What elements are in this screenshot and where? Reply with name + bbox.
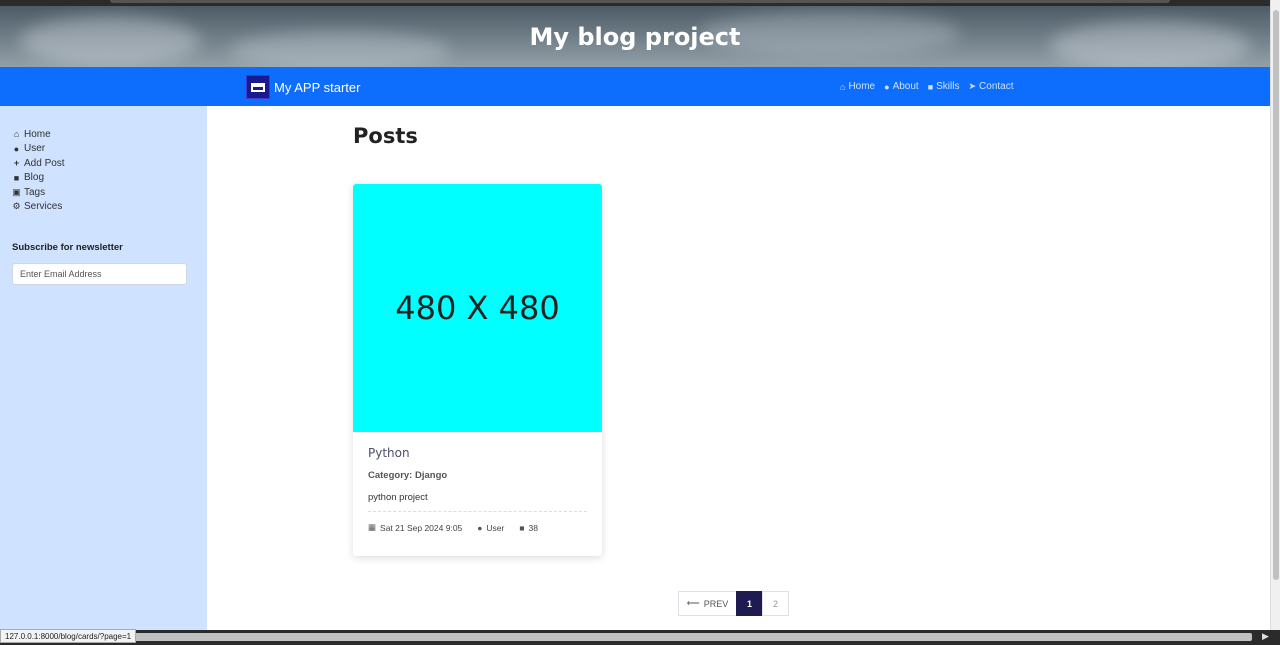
sidebar-item-label: Blog <box>24 172 45 184</box>
cogs-icon: ⚙ <box>12 201 21 212</box>
top-navbar: My APP starter ⌂ Home ● About ■ Skills ➤… <box>0 67 1270 106</box>
book-icon: ■ <box>13 172 20 183</box>
book-icon: ■ <box>927 81 934 92</box>
post-category: Category: Django <box>368 470 448 481</box>
sidebar-item-tags[interactable]: ▣ Tags <box>12 185 65 200</box>
post-card-body: Python Category: Django python project ▦… <box>368 446 588 533</box>
brand-name: My APP starter <box>274 79 361 95</box>
post-date: Sat 21 Sep 2024 9:05 <box>380 522 463 533</box>
status-bar-url: 127.0.0.1:8000/blog/cards/?page=1 <box>0 629 137 643</box>
nav-link-label: About <box>892 81 919 92</box>
nav-link-contact[interactable]: ➤ Contact <box>968 81 1013 92</box>
pagination-prev-label: PREV <box>703 598 729 609</box>
user-icon: ● <box>13 143 20 154</box>
nav-link-label: Contact <box>979 81 1014 92</box>
home-icon: ⌂ <box>13 129 20 140</box>
newsletter-title: Subscribe for newsletter <box>12 242 123 253</box>
sidebar-item-label: User <box>24 143 46 155</box>
calendar-icon: ▦ <box>368 522 377 532</box>
post-card[interactable]: 480 X 480 Python Category: Django python… <box>353 184 602 556</box>
nav-link-label: Home <box>848 81 876 92</box>
nav-link-about[interactable]: ● About <box>884 81 919 92</box>
sidebar-item-user[interactable]: ● User <box>12 142 65 157</box>
send-icon: ➤ <box>968 81 977 91</box>
sidebar-item-home[interactable]: ⌂ Home <box>12 127 65 142</box>
sidebar-item-label: Tags <box>24 186 46 198</box>
vertical-scrollbar-thumb[interactable] <box>1273 10 1279 580</box>
nav-link-label: Skills <box>936 81 960 92</box>
scroll-right-icon[interactable]: ▶ <box>1262 631 1269 642</box>
brand-link[interactable]: My APP starter <box>246 75 360 99</box>
user-icon: ● <box>884 81 890 92</box>
brand-logo-icon <box>246 75 270 99</box>
pagination: ⟵ PREV 1 2 <box>678 591 789 616</box>
newsletter-email-input[interactable] <box>12 263 187 285</box>
post-description: python project <box>368 492 428 503</box>
sidebar-item-blog[interactable]: ■ Blog <box>12 171 65 186</box>
sidebar-item-services[interactable]: ⚙ Services <box>12 200 65 215</box>
sidebar-menu: ⌂ Home ● User + Add Post ■ Blog ▣ Tags ⚙… <box>12 127 65 215</box>
sidebar-item-label: Add Post <box>24 157 65 169</box>
sidebar-item-label: Services <box>24 201 63 213</box>
sidebar-item-add-post[interactable]: + Add Post <box>12 156 65 171</box>
hero-title: My blog project <box>529 22 741 51</box>
post-card-image[interactable]: 480 X 480 <box>353 184 602 432</box>
horizontal-scrollbar-thumb[interactable] <box>128 633 1252 641</box>
pagination-page-1[interactable]: 1 <box>736 591 763 616</box>
post-author: User <box>486 522 505 533</box>
post-title[interactable]: Python <box>368 446 588 460</box>
user-icon: ● <box>477 522 483 533</box>
horizontal-scrollbar[interactable]: ▶ <box>0 630 1280 645</box>
arrow-left-icon: ⟵ <box>686 598 700 608</box>
home-icon: ⌂ <box>840 81 846 92</box>
post-meta: ▦ Sat 21 Sep 2024 9:05 ● User ■ 38 <box>368 522 588 533</box>
nav-link-home[interactable]: ⌂ Home <box>840 81 875 92</box>
pagination-page-2[interactable]: 2 <box>762 591 789 616</box>
post-comments-count: 38 <box>528 522 538 533</box>
hero-banner: My blog project <box>0 6 1270 67</box>
sidebar-item-label: Home <box>24 128 51 140</box>
vertical-scrollbar[interactable] <box>1270 0 1280 630</box>
sidebar: ⌂ Home ● User + Add Post ■ Blog ▣ Tags ⚙… <box>0 106 207 630</box>
comments-icon: ■ <box>519 522 525 533</box>
briefcase-icon: ▣ <box>12 186 21 197</box>
post-divider <box>368 511 587 512</box>
nav-link-skills[interactable]: ■ Skills <box>928 81 960 92</box>
page-title: Posts <box>353 124 418 148</box>
plus-icon: + <box>13 158 20 169</box>
pagination-prev-button[interactable]: ⟵ PREV <box>678 591 737 616</box>
